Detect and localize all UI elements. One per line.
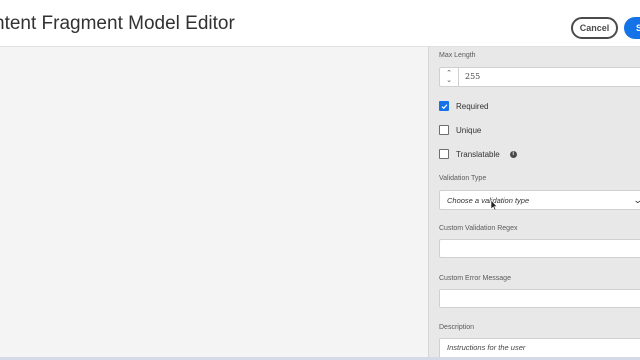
translatable-label: Translatable (456, 149, 500, 159)
validation-type-select[interactable]: Choose a validation type ⌄ (439, 190, 640, 210)
required-checkbox-row[interactable]: Required (439, 101, 488, 111)
number-stepper[interactable]: ⌃ ⌄ (440, 68, 459, 86)
required-checkbox[interactable] (439, 101, 449, 111)
custom-regex-label: Custom Validation Regex (439, 225, 518, 232)
max-length-value: 255 (465, 72, 481, 81)
chevron-up-icon[interactable]: ⌃ (446, 70, 452, 77)
properties-panel: Max Length ⌃ ⌄ 255 Required Unique Trans… (428, 47, 640, 360)
max-length-label: Max Length (439, 52, 476, 59)
app-header: ntent Fragment Model Editor Cancel S (0, 0, 640, 47)
cancel-button[interactable]: Cancel (571, 17, 618, 39)
description-placeholder: Instructions for the user (447, 343, 526, 352)
unique-checkbox-row[interactable]: Unique (439, 125, 481, 135)
required-label: Required (456, 101, 489, 111)
page-title: ntent Fragment Model Editor (0, 13, 235, 34)
checkmark-icon (441, 103, 447, 109)
unique-label: Unique (456, 125, 482, 135)
max-length-field[interactable]: ⌃ ⌄ 255 (439, 67, 640, 87)
custom-error-input[interactable] (439, 289, 640, 308)
unique-checkbox[interactable] (439, 125, 449, 135)
text-cursor-icon (490, 199, 498, 211)
save-button[interactable]: S (624, 17, 640, 39)
validation-type-label: Validation Type (439, 175, 487, 182)
translatable-checkbox-row[interactable]: Translatable i (439, 149, 517, 159)
custom-error-label: Custom Error Message (439, 275, 511, 282)
translatable-checkbox[interactable] (439, 149, 449, 159)
chevron-down-icon[interactable]: ⌄ (446, 77, 452, 84)
validation-type-placeholder: Choose a validation type (447, 196, 530, 205)
custom-regex-input[interactable] (439, 239, 640, 258)
info-icon[interactable]: i (509, 150, 517, 158)
description-label: Description (439, 324, 475, 331)
chevron-down-icon: ⌄ (633, 195, 640, 206)
model-canvas (0, 47, 428, 360)
